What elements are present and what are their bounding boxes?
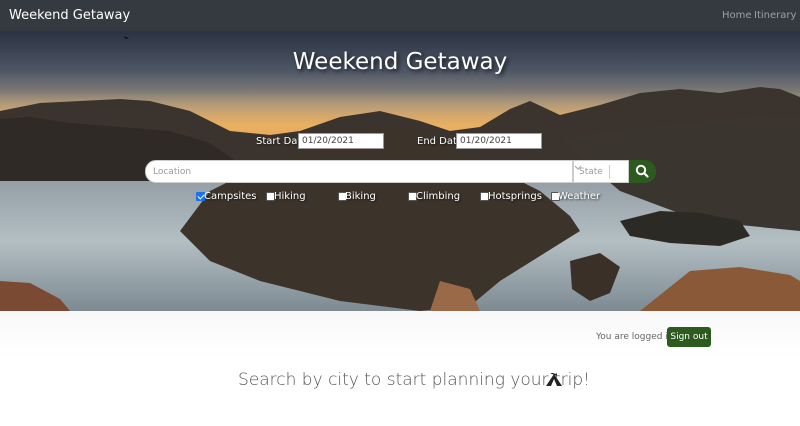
state-placeholder: State: [579, 167, 603, 177]
hero-banner: Weekend Getaway Start Date: 01/20/2021 E…: [0, 31, 800, 311]
hiking-label: Hiking: [274, 191, 306, 202]
campsites-label: Campsites: [204, 191, 257, 202]
nav-home-link[interactable]: Home: [722, 10, 752, 21]
sign-out-button[interactable]: Sign out: [667, 327, 711, 347]
hotsprings-label: Hotsprings: [488, 191, 542, 202]
location-placeholder: Location: [153, 167, 192, 177]
start-date-input[interactable]: 01/20/2021: [298, 133, 384, 149]
weather-label: Weather: [558, 191, 601, 202]
chevron-down-icon[interactable]: [574, 161, 582, 175]
end-date-input[interactable]: 01/20/2021: [456, 133, 542, 149]
location-search-input[interactable]: Location: [145, 160, 573, 183]
climbing-label: Climbing: [416, 191, 461, 202]
state-select[interactable]: State: [573, 160, 629, 183]
state-separator: [609, 165, 610, 179]
tent-icon: [546, 373, 562, 386]
hero-title: Weekend Getaway: [292, 49, 508, 75]
biking-label: Biking: [345, 191, 376, 202]
login-status-text: You are logged in!: [596, 332, 678, 342]
search-icon: [635, 164, 649, 178]
search-button[interactable]: [629, 160, 656, 183]
nav-itinerary-link[interactable]: Itinerary: [754, 10, 796, 21]
search-tagline: Search by city to start planning your tr…: [238, 370, 590, 390]
navbar: Weekend Getaway Home Itinerary: [0, 0, 800, 31]
brand-title[interactable]: Weekend Getaway: [9, 8, 130, 23]
